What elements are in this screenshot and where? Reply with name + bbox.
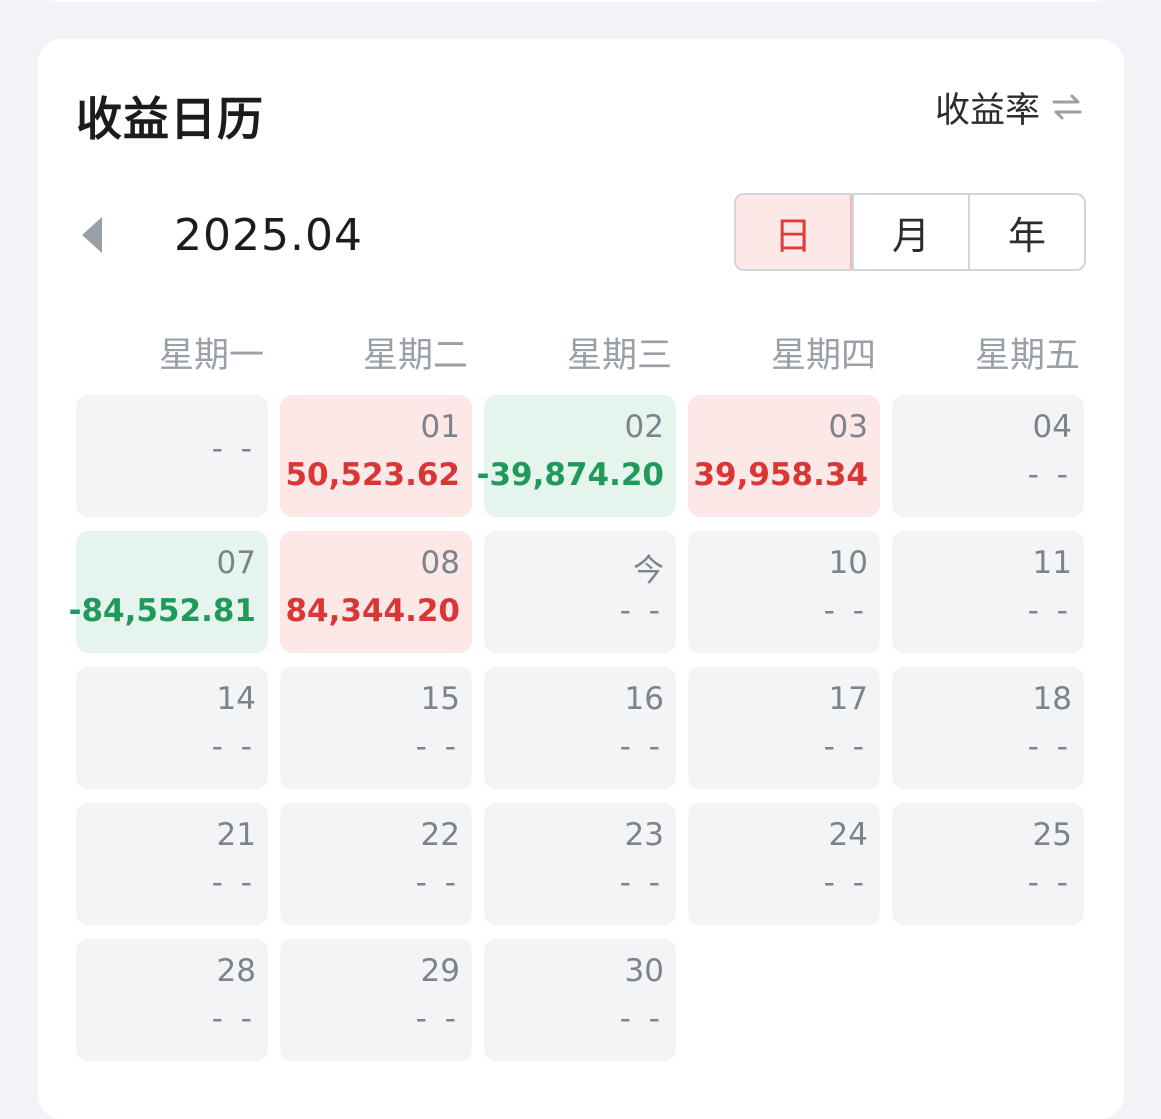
- calendar-day-cell[interactable]: 22 - -: [280, 803, 472, 925]
- day-number: 07: [216, 545, 256, 581]
- day-number: 02: [624, 409, 664, 445]
- calendar-day-cell[interactable]: - -: [76, 395, 268, 517]
- day-profit-value: - -: [211, 1001, 256, 1037]
- segment-day[interactable]: 日: [736, 195, 852, 269]
- calendar-day-cell[interactable]: 11 - -: [892, 531, 1084, 653]
- calendar-day-cell[interactable]: 21 - -: [76, 803, 268, 925]
- calendar-day-cell[interactable]: 28 - -: [76, 939, 268, 1061]
- day-profit-value: 50,523.62: [285, 457, 460, 493]
- day-profit-value: 84,344.20: [285, 593, 460, 629]
- calendar-day-cell[interactable]: 02 -39,874.20: [477, 395, 676, 517]
- earnings-calendar-card: 收益日历 收益率 2025.04 日 月 年 星期一 星期二 星期三 星期四 星…: [38, 39, 1124, 1119]
- day-number: 30: [624, 953, 664, 989]
- day-profit-value: - -: [415, 1001, 460, 1037]
- day-number: 10: [828, 545, 868, 581]
- day-profit-value: 39,958.34: [693, 457, 868, 493]
- day-number: 15: [420, 681, 460, 717]
- calendar-day-cell[interactable]: 07 -84,552.81: [69, 531, 268, 653]
- day-number: 11: [1032, 545, 1072, 581]
- day-number: 24: [828, 817, 868, 853]
- weekday-label: 星期五: [974, 336, 1080, 376]
- weekday-label: 星期四: [770, 336, 876, 376]
- day-number: 17: [828, 681, 868, 717]
- swap-icon: [1052, 94, 1082, 120]
- calendar-day-cell[interactable]: 01 50,523.62: [280, 395, 472, 517]
- day-profit-value: - -: [1027, 865, 1072, 901]
- calendar-day-cell[interactable]: 15 - -: [280, 667, 472, 789]
- period-segmented-control: 日 月 年: [734, 193, 1086, 271]
- day-number: 01: [420, 409, 460, 445]
- calendar-day-cell[interactable]: 10 - -: [688, 531, 880, 653]
- day-number: 25: [1032, 817, 1072, 853]
- day-profit-value: - -: [415, 865, 460, 901]
- segment-month[interactable]: 月: [852, 195, 968, 269]
- calendar-day-cell[interactable]: 03 39,958.34: [688, 395, 880, 517]
- day-profit-value: - -: [619, 593, 664, 629]
- day-number: 08: [420, 545, 460, 581]
- calendar-day-cell[interactable]: 08 84,344.20: [280, 531, 472, 653]
- day-number: 23: [624, 817, 664, 853]
- day-profit-value: - -: [1027, 457, 1072, 493]
- calendar-day-cell[interactable]: 17 - -: [688, 667, 880, 789]
- day-profit-value: -84,552.81: [68, 593, 256, 629]
- day-profit-value: - -: [211, 431, 256, 467]
- day-number: 16: [624, 681, 664, 717]
- day-profit-value: - -: [211, 729, 256, 765]
- prev-month-icon[interactable]: [82, 217, 102, 253]
- day-number: 22: [420, 817, 460, 853]
- weekday-label: 星期三: [566, 336, 672, 376]
- day-profit-value: -39,874.20: [476, 457, 664, 493]
- day-profit-value: - -: [211, 865, 256, 901]
- day-profit-value: - -: [1027, 729, 1072, 765]
- calendar-day-cell[interactable]: 25 - -: [892, 803, 1084, 925]
- day-profit-value: - -: [415, 729, 460, 765]
- calendar-day-cell[interactable]: 14 - -: [76, 667, 268, 789]
- calendar-day-cell[interactable]: 16 - -: [484, 667, 676, 789]
- weekday-label: 星期一: [158, 336, 264, 376]
- day-profit-value: - -: [619, 1001, 664, 1037]
- day-number: 28: [216, 953, 256, 989]
- month-navigator: 2025.04: [82, 207, 363, 263]
- rate-toggle-button[interactable]: 收益率: [935, 87, 1084, 131]
- day-profit-value: - -: [619, 865, 664, 901]
- day-profit-value: - -: [823, 865, 868, 901]
- previous-card-edge: [38, 0, 1114, 2]
- day-number: 今: [633, 553, 664, 589]
- calendar-day-cell[interactable]: 30 - -: [484, 939, 676, 1061]
- card-title: 收益日历: [76, 92, 264, 146]
- rate-toggle-label: 收益率: [934, 90, 1040, 131]
- day-profit-value: - -: [1027, 593, 1072, 629]
- weekday-header: 星期一 星期二 星期三 星期四 星期五: [76, 327, 1086, 377]
- day-profit-value: - -: [823, 593, 868, 629]
- calendar-day-cell[interactable]: 29 - -: [280, 939, 472, 1061]
- calendar-day-cell[interactable]: 04 - -: [892, 395, 1084, 517]
- segment-year[interactable]: 年: [968, 195, 1084, 269]
- calendar-day-cell[interactable]: 18 - -: [892, 667, 1084, 789]
- day-number: 04: [1032, 409, 1072, 445]
- weekday-label: 星期二: [362, 336, 468, 376]
- current-month: 2025.04: [174, 209, 363, 261]
- day-number: 14: [216, 681, 256, 717]
- day-number: 03: [828, 409, 868, 445]
- day-number: 18: [1032, 681, 1072, 717]
- day-profit-value: - -: [619, 729, 664, 765]
- day-profit-value: - -: [823, 729, 868, 765]
- day-number: 29: [420, 953, 460, 989]
- calendar-day-cell[interactable]: 24 - -: [688, 803, 880, 925]
- calendar-day-cell[interactable]: 今 - -: [484, 531, 676, 653]
- calendar-day-cell[interactable]: 23 - -: [484, 803, 676, 925]
- day-number: 21: [216, 817, 256, 853]
